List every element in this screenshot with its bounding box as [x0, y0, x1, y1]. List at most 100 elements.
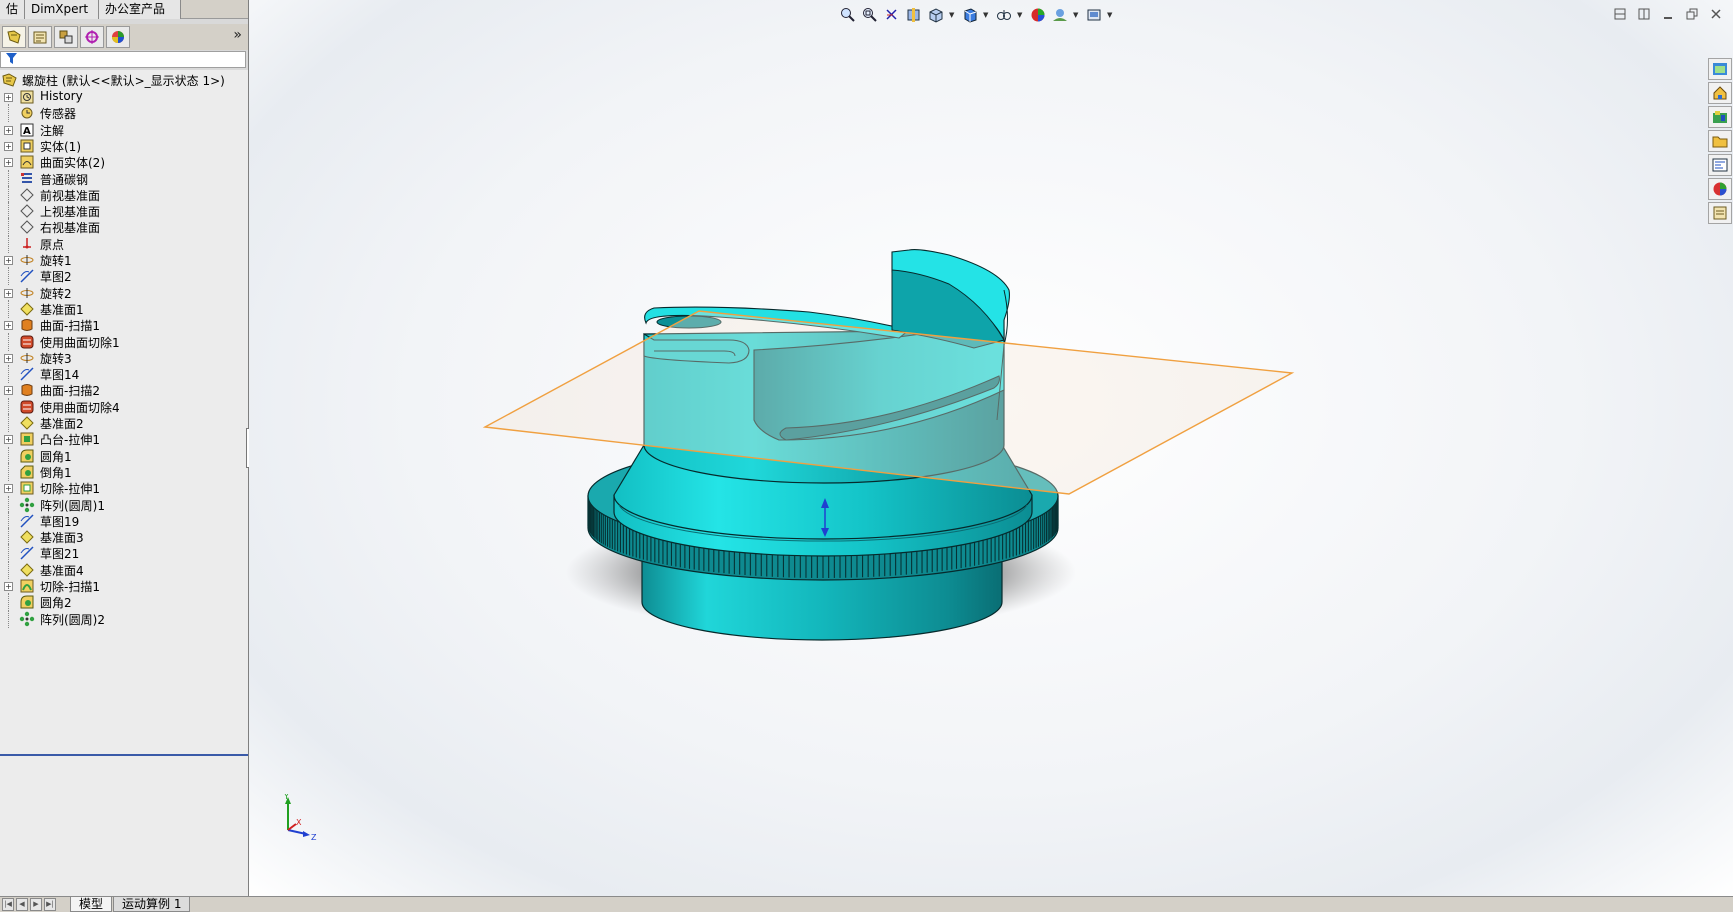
tree-item[interactable]: 草图21 — [0, 544, 248, 563]
bottom-tab-bar: |◀ ◀ ▶ ▶| 模型 运动算例 1 — [0, 896, 1733, 912]
expand-toggle[interactable]: + — [4, 158, 13, 168]
tree-item[interactable]: 上视基准面 — [0, 202, 248, 221]
tab-motion-study-1[interactable]: 运动算例 1 — [113, 897, 191, 912]
expand-toggle[interactable]: + — [4, 435, 13, 445]
tree-item[interactable]: 传感器 — [0, 104, 248, 123]
tree-item[interactable]: 原点 — [0, 234, 248, 253]
tree-item[interactable]: 草图19 — [0, 511, 248, 530]
tree-item[interactable]: 基准面2 — [0, 414, 248, 432]
tree-connector — [8, 544, 9, 563]
tree-item[interactable]: + A 注解 — [0, 121, 248, 139]
propertymanager-tab[interactable] — [28, 26, 52, 48]
tree-connector — [8, 104, 9, 123]
expand-toggle[interactable]: + — [4, 141, 13, 151]
graphics-area[interactable]: ▼ ▼ ▼ ▼ ▼ Y X Z — [249, 0, 1733, 896]
tree-item[interactable]: + 旋转3 — [0, 349, 248, 367]
annotation-icon: A — [20, 123, 34, 137]
tree-item[interactable]: + 曲面-扫描1 — [0, 316, 248, 334]
cut-extrude-icon — [20, 481, 34, 495]
sketch-icon — [20, 546, 34, 560]
prev-tab-button[interactable]: ◀ — [16, 898, 28, 911]
tree-item[interactable]: 前视基准面 — [0, 185, 248, 204]
tree-item[interactable]: 圆角1 — [0, 446, 248, 465]
tree-item[interactable]: + 旋转1 — [0, 251, 248, 269]
tree-item[interactable]: 基准面1 — [0, 299, 248, 318]
ref-plane-icon — [20, 416, 34, 430]
tab-office-products[interactable]: 办公室产品 — [99, 0, 181, 19]
tree-connector — [8, 218, 9, 237]
expand-toggle[interactable]: + — [4, 288, 13, 298]
part-name: 螺旋柱 (默认<<默认>_显示状态 1>) — [22, 73, 225, 88]
tree-connector — [8, 528, 9, 547]
tree-item[interactable]: + 切除-扫描1 — [0, 577, 248, 595]
displaymanager-icon — [112, 31, 124, 43]
dimxpertmanager-tab[interactable] — [80, 26, 104, 48]
tab-evaluate[interactable]: 估 — [0, 0, 25, 19]
tree-connector — [8, 397, 9, 416]
featuremanager-icon — [7, 30, 21, 44]
expand-toggle[interactable]: + — [4, 256, 13, 265]
tree-connector — [8, 202, 9, 221]
tree-filter[interactable] — [0, 51, 246, 68]
displaymanager-tab[interactable] — [106, 26, 130, 48]
tree-item[interactable]: + 旋转2 — [0, 284, 248, 302]
tree-connector — [8, 414, 9, 432]
manager-tabs: » — [0, 24, 248, 50]
circular-pattern-icon — [19, 611, 35, 626]
tree-item[interactable]: 普通碳钢 — [0, 169, 248, 188]
surface-cut-icon — [20, 400, 34, 414]
part-icon — [2, 73, 17, 87]
tree-item[interactable]: 右视基准面 — [0, 218, 248, 237]
tree-item[interactable]: + 实体(1) — [0, 137, 248, 155]
model-view[interactable] — [249, 0, 1733, 896]
tree-item[interactable]: + 曲面实体(2) — [0, 153, 248, 171]
tree-item[interactable]: + 切除-拉伸1 — [0, 479, 248, 497]
expand-toggle[interactable]: + — [4, 125, 13, 135]
tree-connector — [8, 609, 9, 628]
tab-dimxpert[interactable]: DimXpert — [25, 0, 99, 19]
revolve-icon — [20, 255, 34, 265]
ref-plane-icon — [20, 302, 34, 316]
tree-item[interactable]: 阵列(圆周)1 — [0, 495, 248, 514]
tree-item[interactable]: 草图14 — [0, 365, 248, 384]
tree-item[interactable]: 阵列(圆周)2 — [0, 609, 248, 628]
configurationmanager-tab[interactable] — [54, 26, 78, 48]
rollback-bar[interactable] — [0, 754, 248, 756]
material-icon — [21, 172, 32, 183]
chamfer-icon — [20, 465, 34, 479]
tree-item[interactable]: + History — [0, 88, 248, 106]
last-tab-button[interactable]: ▶| — [44, 898, 56, 911]
tree-connector — [8, 234, 9, 253]
expand-toggle[interactable]: + — [4, 386, 13, 396]
reference-plane — [482, 310, 1295, 495]
tree-item[interactable]: + 曲面-扫描2 — [0, 381, 248, 399]
next-tab-button[interactable]: ▶ — [30, 898, 42, 911]
tree-item[interactable]: 圆角2 — [0, 593, 248, 612]
tab-model[interactable]: 模型 — [70, 897, 113, 912]
expand-toggle[interactable]: + — [4, 582, 13, 591]
expand-toggle[interactable]: + — [4, 353, 13, 363]
tree-root-part[interactable]: 螺旋柱 (默认<<默认>_显示状态 1>) — [2, 72, 225, 88]
sketch-icon — [20, 269, 34, 283]
tree-item[interactable]: 倒角1 — [0, 462, 248, 481]
triad-z-arrow — [303, 831, 310, 837]
solid-bodies-icon — [20, 139, 34, 153]
tree-item[interactable]: 基准面3 — [0, 528, 248, 547]
triad-x-axis — [287, 823, 297, 831]
tree-connector — [8, 299, 9, 318]
tree-item[interactable]: + 凸台-拉伸1 — [0, 430, 248, 448]
first-tab-button[interactable]: |◀ — [2, 898, 14, 911]
tree-item[interactable]: 基准面4 — [0, 560, 248, 579]
tree-item[interactable]: 草图2 — [0, 267, 248, 286]
expand-toggle[interactable]: + — [4, 93, 13, 102]
dimxpert-icon — [85, 30, 99, 44]
expand-toggle[interactable]: + — [4, 484, 13, 494]
tree-connector — [8, 332, 9, 351]
boss-extrude-icon — [20, 432, 34, 446]
featuremanager-tab[interactable] — [2, 26, 26, 48]
sketch-icon — [20, 514, 34, 528]
expand-panel-button[interactable]: » — [233, 27, 242, 43]
tree-item[interactable]: 使用曲面切除1 — [0, 332, 248, 351]
expand-toggle[interactable]: + — [4, 321, 13, 331]
tree-item[interactable]: 使用曲面切除4 — [0, 397, 248, 416]
